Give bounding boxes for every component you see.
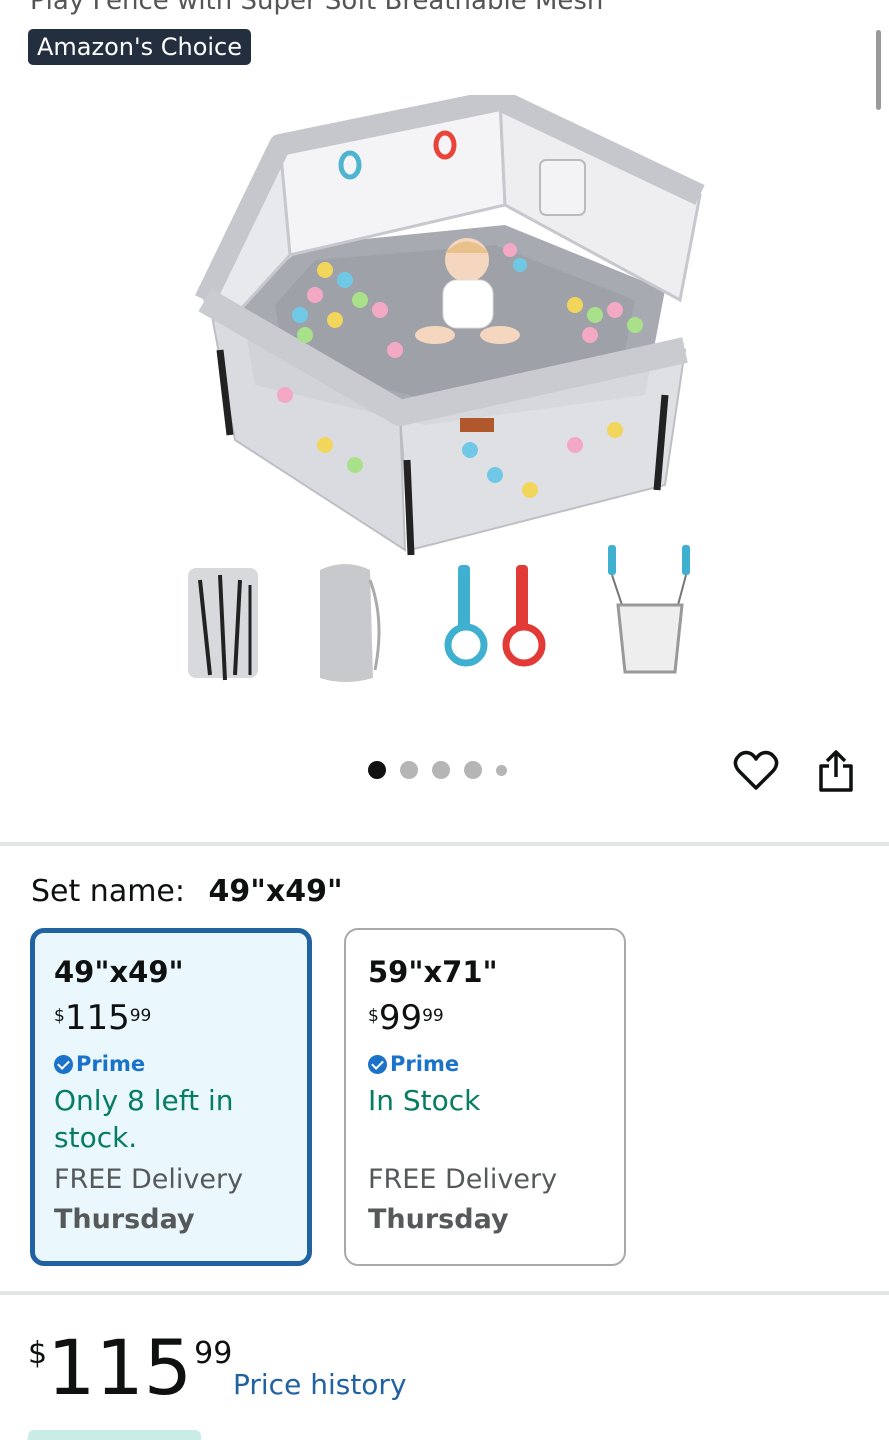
delivery-info: FREE Delivery Thursday [368, 1160, 602, 1240]
share-icon[interactable] [815, 748, 857, 794]
folded-playpen-thumb [188, 568, 258, 681]
prime-label: Prime [390, 1052, 460, 1076]
carousel-dot-2[interactable] [400, 761, 418, 779]
stock-status: In Stock [368, 1084, 481, 1117]
price-history-link[interactable]: Price history [233, 1368, 407, 1401]
prime-check-icon [54, 1054, 73, 1074]
price-fraction: 99 [422, 1006, 444, 1026]
deal-badge [28, 1430, 201, 1440]
stock-status: Only 8 left in stock. [54, 1084, 234, 1154]
carousel-dot-5[interactable] [496, 764, 507, 776]
section-divider [0, 842, 889, 846]
blue-pull-ring-thumb [444, 565, 546, 667]
prime-badge: Prime [54, 1052, 288, 1076]
delivery-label: FREE Delivery [368, 1164, 558, 1195]
option-price: $ 115 99 [54, 1000, 288, 1038]
price-fraction: 99 [194, 1336, 233, 1371]
price-currency: $ [28, 1336, 48, 1371]
scrollbar[interactable] [876, 30, 881, 110]
price-currency: $ [368, 1006, 379, 1026]
variation-option-59x71[interactable]: 59"x71" $ 99 99 Prime In Stock FREE Deli… [344, 928, 626, 1266]
delivery-label: FREE Delivery [54, 1164, 244, 1195]
set-name-label: Set name: [31, 874, 185, 909]
delivery-info: FREE Delivery Thursday [54, 1160, 288, 1240]
set-name-value: 49"x49" [208, 874, 343, 909]
carousel-dot-1[interactable] [368, 761, 386, 779]
option-size: 59"x71" [368, 955, 498, 989]
basket-thumb [608, 545, 690, 674]
carousel-dot-4[interactable] [464, 761, 482, 779]
prime-badge: Prime [368, 1052, 602, 1076]
price-whole: 115 [64, 998, 130, 1038]
amazons-choice-badge[interactable]: Amazon's Choice [28, 29, 252, 65]
storage-bag-thumb [320, 564, 381, 682]
price-whole: 115 [47, 1323, 193, 1412]
variation-option-49x49[interactable]: 49"x49" $ 115 99 Prime Only 8 left in st… [30, 928, 312, 1266]
accessory-thumbnails [188, 545, 690, 682]
heart-icon[interactable] [733, 748, 779, 794]
prime-label: Prime [76, 1052, 146, 1076]
prime-check-icon [368, 1054, 387, 1074]
carousel-dot-3[interactable] [432, 761, 450, 779]
delivery-day: Thursday [54, 1204, 195, 1235]
price-whole: 99 [378, 998, 423, 1038]
variation-label: Set name: 49"x49" [31, 874, 343, 909]
image-carousel-dots[interactable] [368, 761, 507, 779]
price-fraction: 99 [129, 1006, 152, 1026]
price-currency: $ [54, 1006, 65, 1026]
product-title: Play Fence with Super Soft Breathable Me… [30, 0, 604, 16]
option-size: 49"x49" [54, 955, 184, 989]
option-price: $ 99 99 [368, 1000, 602, 1038]
product-image[interactable] [195, 95, 715, 565]
section-divider [0, 1291, 889, 1295]
delivery-day: Thursday [368, 1204, 509, 1235]
current-price: $ 115 99 [28, 1328, 232, 1408]
